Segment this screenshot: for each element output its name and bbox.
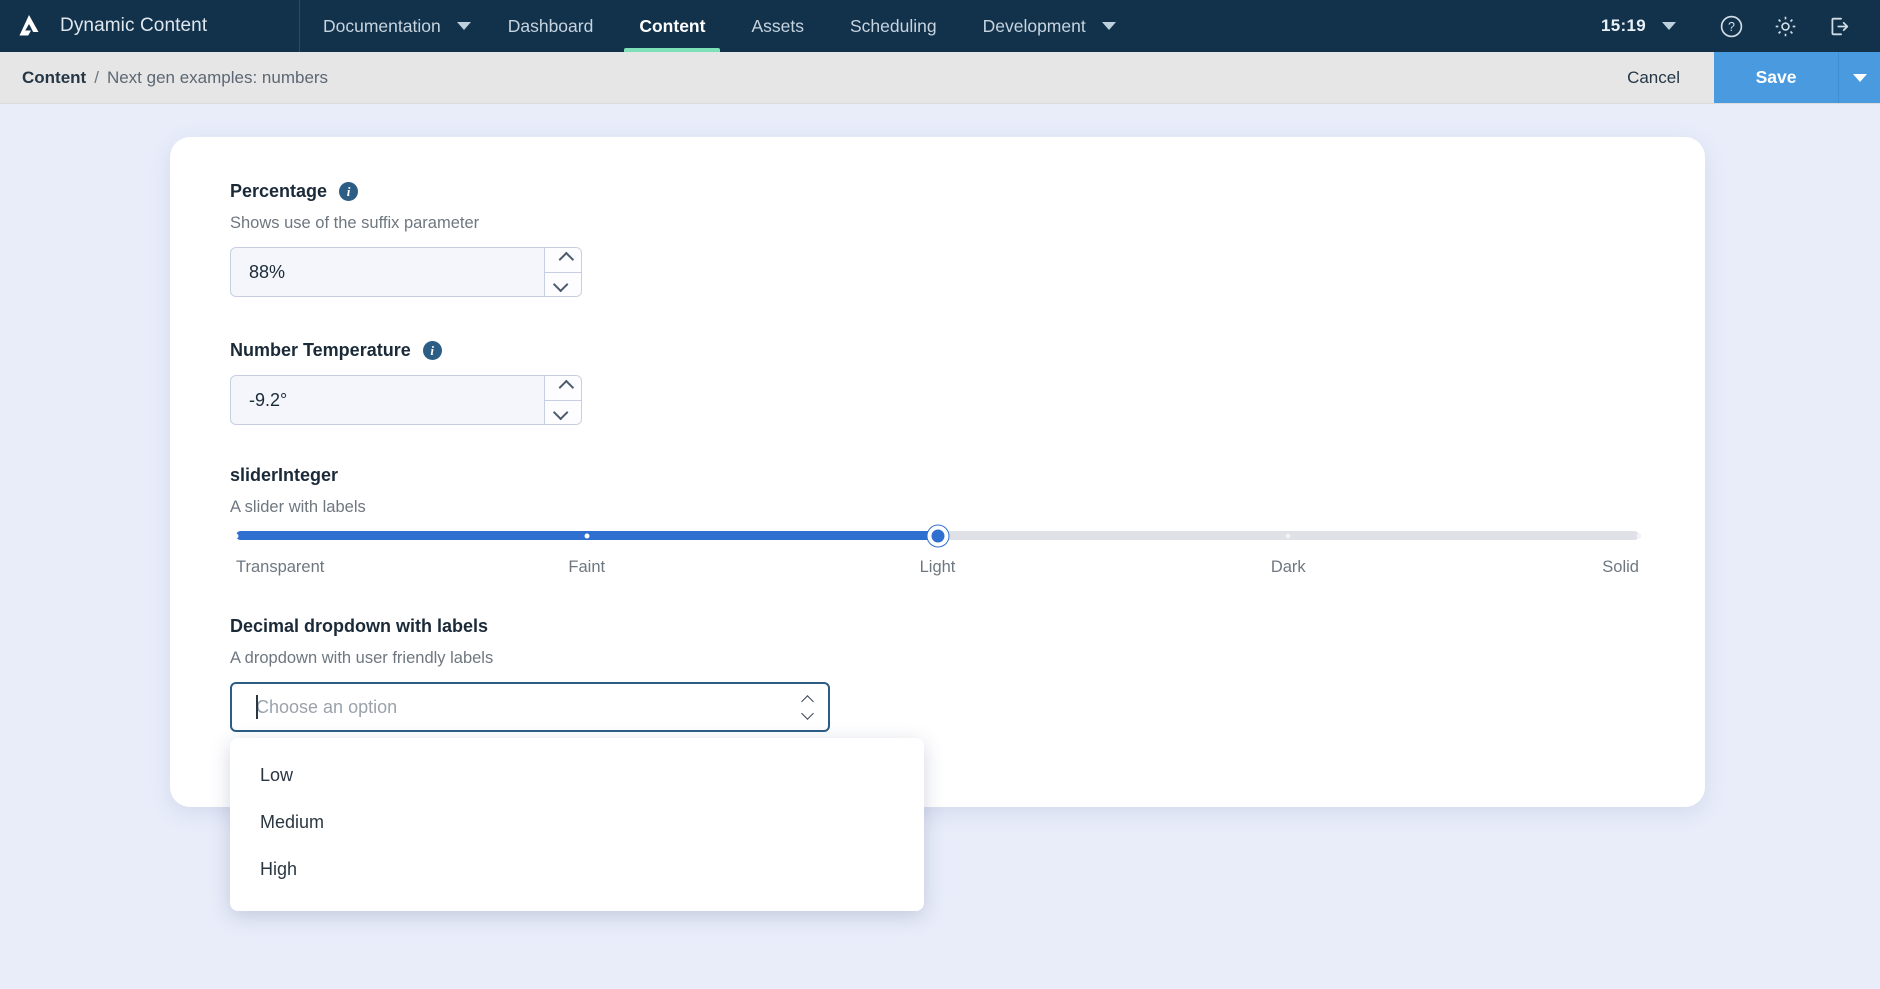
slider-label: Dark (1270, 558, 1306, 576)
svg-text:?: ? (1728, 20, 1735, 34)
field-slider-label-row: sliderInteger (230, 465, 1645, 486)
save-button-group: Save (1714, 52, 1880, 103)
slider-labels: Transparent Faint Light Dark Solid (236, 558, 1639, 580)
chevron-up-icon (801, 694, 814, 708)
field-slider-integer: sliderInteger A slider with labels Trans… (230, 465, 1645, 580)
save-options-button[interactable] (1838, 52, 1880, 103)
field-dropdown-label: Decimal dropdown with labels (230, 616, 489, 636)
brand-name: Dynamic Content (60, 15, 208, 36)
slider-tick (1636, 533, 1642, 538)
nav-items: Documentation Dashboard Content Assets S… (300, 0, 1130, 52)
chevron-up-icon (558, 251, 574, 268)
temperature-number-input-wrapper (230, 375, 582, 425)
slider-label: Faint (568, 558, 606, 576)
nav-item-content[interactable]: Content (616, 0, 728, 52)
nav-item-assets[interactable]: Assets (728, 0, 827, 52)
slider-tick (1285, 533, 1291, 538)
nav-item-dashboard[interactable]: Dashboard (485, 0, 617, 52)
help-circle-icon: ? (1720, 15, 1742, 37)
slider-label: Light (919, 558, 956, 576)
dynamic-content-logo-icon (14, 11, 44, 41)
brand-area[interactable]: Dynamic Content (0, 0, 300, 52)
logout-button[interactable] (1812, 0, 1866, 52)
chevron-down-icon (552, 276, 568, 293)
field-decimal-dropdown: Decimal dropdown with labels A dropdown … (230, 616, 1645, 911)
dropdown-option[interactable]: High (230, 846, 924, 893)
text-cursor (256, 695, 258, 719)
info-icon[interactable]: i (339, 182, 359, 201)
top-navigation-bar: Dynamic Content Documentation Dashboard … (0, 0, 1880, 52)
nav-item-scheduling[interactable]: Scheduling (827, 0, 960, 52)
dropdown-placeholder: Choose an option (256, 696, 398, 717)
percentage-input[interactable] (231, 248, 544, 296)
dropdown-toggle-icon[interactable] (801, 694, 814, 720)
slider-tick (584, 533, 590, 538)
logout-icon (1831, 17, 1848, 35)
chevron-up-icon (558, 379, 574, 396)
percentage-decrement-button[interactable] (545, 271, 581, 296)
slider-control[interactable]: Transparent Faint Light Dark Solid (230, 525, 1645, 580)
help-button[interactable]: ? (1704, 0, 1758, 52)
chevron-down-icon (456, 22, 471, 30)
dropdown-combobox[interactable]: Choose an option (230, 682, 830, 732)
clock-display: 15:19 (1601, 16, 1646, 35)
field-dropdown-help: A dropdown with user friendly labels (230, 649, 494, 667)
temperature-increment-button[interactable] (545, 376, 581, 400)
breadcrumb: Content / Next gen examples: numbers (22, 68, 328, 88)
chevron-down-icon (1662, 22, 1676, 30)
field-percentage-label-row: Percentage i (230, 181, 1645, 202)
chevron-down-icon (1852, 73, 1867, 82)
chevron-down-icon (552, 404, 568, 421)
nav-item-dashboard-label: Dashboard (507, 15, 594, 36)
nav-item-development-label: Development (982, 15, 1086, 36)
clock-dropdown-toggle[interactable] (1656, 22, 1704, 30)
chevron-down-icon (801, 706, 814, 720)
slider-track[interactable] (233, 525, 1642, 546)
content-form-card: Percentage i Shows use of the suffix par… (170, 137, 1705, 911)
temperature-stepper (544, 376, 581, 424)
cancel-button[interactable]: Cancel (1593, 52, 1714, 103)
field-temperature-label: Number Temperature (230, 340, 411, 360)
field-percentage-label: Percentage (230, 181, 328, 201)
breadcrumb-current-item: Next gen examples: numbers (106, 67, 329, 87)
percentage-stepper (544, 248, 581, 296)
nav-item-development[interactable]: Development (960, 0, 1130, 52)
temperature-input[interactable] (231, 376, 544, 424)
dropdown-wrapper: Choose an option Low Medium High (230, 682, 924, 911)
breadcrumb-action-bar: Content / Next gen examples: numbers Can… (0, 52, 1880, 104)
slider-thumb[interactable] (927, 525, 948, 546)
dropdown-options-menu: Low Medium High (230, 738, 924, 911)
info-icon[interactable]: i (422, 341, 442, 360)
percentage-increment-button[interactable] (545, 248, 581, 272)
breadcrumb-separator: / (94, 67, 99, 87)
gear-icon (1775, 16, 1795, 36)
field-temperature: Number Temperature i (230, 340, 1645, 425)
slider-label: Transparent (236, 558, 325, 576)
save-button[interactable]: Save (1714, 52, 1838, 103)
field-slider-label: sliderInteger (230, 465, 339, 485)
field-slider-help: A slider with labels (230, 498, 366, 516)
slider-label: Solid (1602, 558, 1639, 576)
chevron-down-icon (1101, 22, 1116, 30)
nav-right-group: 15:19 ? (1595, 0, 1880, 52)
slider-tick (233, 533, 239, 538)
field-dropdown-label-row: Decimal dropdown with labels (230, 616, 1645, 637)
nav-item-documentation[interactable]: Documentation (300, 0, 485, 52)
nav-item-scheduling-label: Scheduling (849, 15, 937, 36)
main-content-area: Percentage i Shows use of the suffix par… (0, 104, 1880, 989)
nav-item-content-label: Content (639, 15, 706, 36)
dropdown-option[interactable]: Medium (230, 799, 924, 846)
action-buttons: Cancel Save (1593, 52, 1880, 103)
field-percentage: Percentage i Shows use of the suffix par… (230, 181, 1645, 297)
percentage-number-input-wrapper (230, 247, 582, 297)
settings-button[interactable] (1758, 0, 1812, 52)
field-percentage-help: Shows use of the suffix parameter (230, 214, 480, 232)
breadcrumb-root-link[interactable]: Content (22, 68, 86, 88)
nav-item-assets-label: Assets (751, 15, 804, 36)
dropdown-option[interactable]: Low (230, 752, 924, 799)
field-temperature-label-row: Number Temperature i (230, 340, 1645, 361)
temperature-decrement-button[interactable] (545, 399, 581, 424)
nav-item-documentation-label: Documentation (323, 15, 441, 36)
